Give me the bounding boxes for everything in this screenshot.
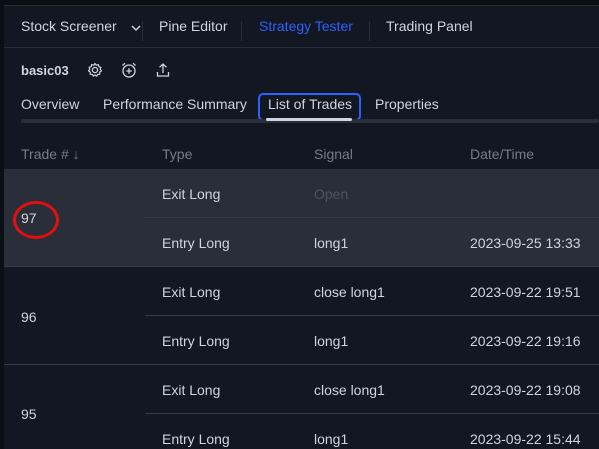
trade-signal: long1 [314,235,349,251]
trade-type: Exit Long [162,284,221,300]
row-divider [145,315,599,316]
nav-divider [369,21,370,41]
nav-divider [142,21,143,41]
tab-overview[interactable]: Overview [21,96,79,112]
column-header-signal: Signal [314,146,353,162]
trade-divider [4,364,599,365]
trade-signal: close long1 [314,284,385,300]
trade-type: Entry Long [162,431,230,447]
tab-list-of-trades-label: List of Trades [268,96,353,112]
trade-row-group[interactable] [4,170,599,267]
trade-type: Exit Long [162,186,221,202]
column-header-type: Type [162,146,193,162]
trade-type: Entry Long [162,235,230,251]
trade-signal: close long1 [314,382,385,398]
trade-number: 96 [21,309,37,325]
trade-type: Exit Long [162,382,221,398]
trade-signal: Open [314,186,349,202]
trade-divider [4,266,599,267]
share-upload-icon[interactable] [154,61,172,79]
tab-properties[interactable]: Properties [375,96,439,112]
trade-signal: long1 [314,333,349,349]
active-tab-indicator [266,118,352,121]
tab-pine-editor[interactable]: Pine Editor [159,18,227,34]
tab-stock-screener[interactable]: Stock Screener [21,18,141,35]
nav-divider [241,21,242,41]
alarm-clock-plus-icon[interactable] [120,61,138,79]
trade-date-time: 2023-09-22 19:16 [470,333,581,349]
trade-date-time: 2023-09-22 19:51 [470,284,581,300]
red-annotation-circle [13,201,59,239]
column-header-date-time: Date/Time [470,146,535,162]
tab-stock-screener-label: Stock Screener [21,18,117,34]
trade-date-time: 2023-09-22 19:08 [470,382,581,398]
trade-signal: long1 [314,431,349,447]
nav-separator [4,47,599,48]
top-divider [4,5,599,6]
row-divider [145,217,599,218]
strategy-tester-panel: Stock Screener Pine Editor Strategy Test… [0,0,599,449]
trade-date-time: 2023-09-22 15:44 [470,431,581,447]
chevron-down-icon[interactable] [131,19,141,35]
trade-number: 95 [21,406,37,422]
column-header-trade-number[interactable]: Trade # ↓ [21,146,80,162]
trade-date-time: 2023-09-25 13:33 [470,235,581,251]
strategy-name: basic03 [21,63,69,78]
trade-type: Entry Long [162,333,230,349]
settings-gear-icon[interactable] [86,61,104,79]
tab-trading-panel[interactable]: Trading Panel [386,18,473,34]
row-divider [145,413,599,414]
bottom-panel-tabs: Stock Screener Pine Editor Strategy Test… [0,8,599,48]
tab-strategy-tester[interactable]: Strategy Tester [259,18,353,34]
tab-performance-summary[interactable]: Performance Summary [103,96,247,112]
